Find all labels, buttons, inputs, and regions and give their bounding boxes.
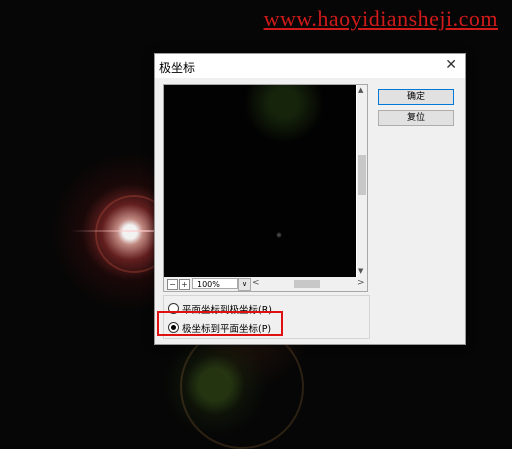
watermark-url: www.haoyidiansheji.com xyxy=(263,6,498,31)
vertical-scrollbar[interactable]: ▲ ▼ xyxy=(357,85,367,277)
polar-coordinates-dialog: 极坐标 ✕ ▲ ▼ − + 100% ∨ < > 确定 复位 平面坐标到极坐标(… xyxy=(154,53,466,345)
close-icon[interactable]: ✕ xyxy=(445,57,457,73)
chevron-down-icon[interactable]: ∨ xyxy=(238,278,251,291)
preview-image[interactable] xyxy=(164,85,356,277)
zoom-in-button[interactable]: + xyxy=(179,279,190,290)
scroll-right-icon[interactable]: > xyxy=(357,278,365,288)
scroll-up-icon[interactable]: ▲ xyxy=(358,86,363,94)
scroll-left-icon[interactable]: < xyxy=(252,278,260,288)
preview-zoom-bar: − + 100% ∨ < > xyxy=(164,277,367,291)
dialog-titlebar: 极坐标 ✕ xyxy=(155,54,465,78)
horizontal-scroll-thumb[interactable] xyxy=(294,280,320,288)
zoom-out-button[interactable]: − xyxy=(167,279,178,290)
zoom-level-field[interactable]: 100% xyxy=(192,278,238,289)
filter-preview: ▲ ▼ − + 100% ∨ < > xyxy=(163,84,368,292)
vertical-scroll-thumb[interactable] xyxy=(358,155,366,195)
ok-button[interactable]: 确定 xyxy=(378,89,454,105)
reset-button[interactable]: 复位 xyxy=(378,110,454,126)
annotation-highlight-box xyxy=(157,311,283,336)
scroll-down-icon[interactable]: ▼ xyxy=(358,267,363,275)
dialog-title: 极坐标 xyxy=(159,61,196,75)
